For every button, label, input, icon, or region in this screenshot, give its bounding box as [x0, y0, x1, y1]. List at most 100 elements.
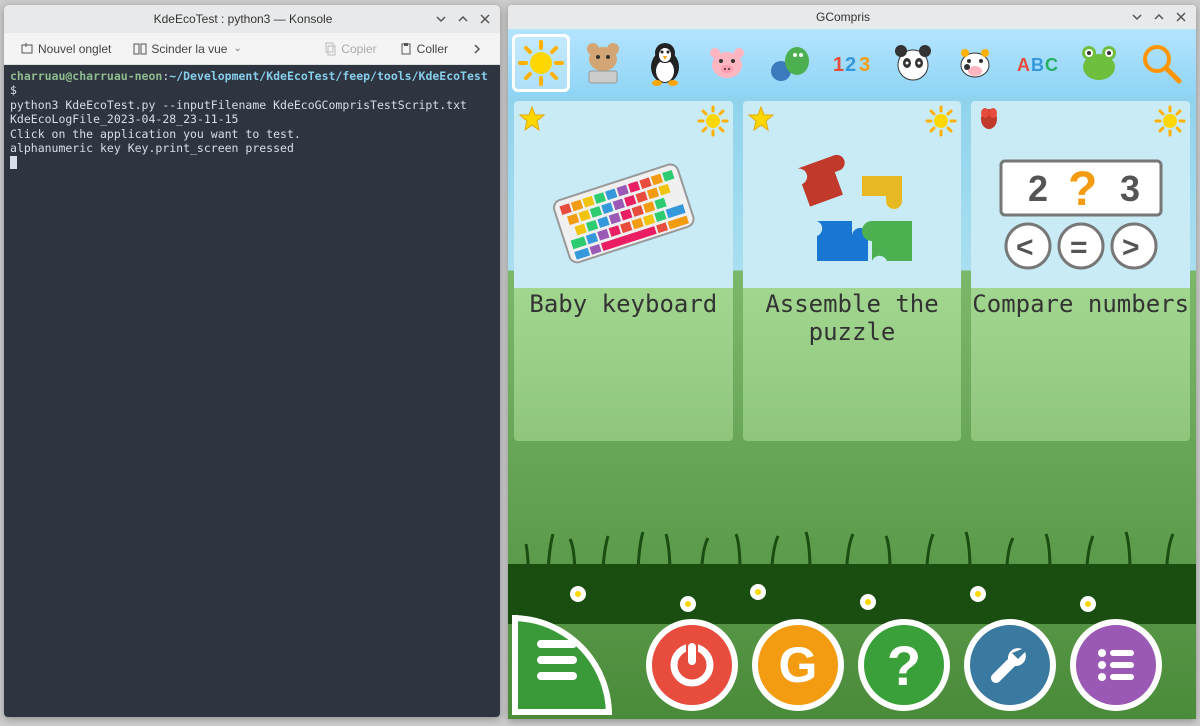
settings-button[interactable] — [964, 619, 1056, 711]
activity-label: Assemble the puzzle — [743, 291, 962, 346]
new-tab-label: Nouvel onglet — [38, 42, 111, 56]
prompt-path: ~/Development/KdeEcoTest/feep/tools/KdeE… — [169, 69, 488, 83]
terminal-line4: alphanumeric key Key.print_screen presse… — [10, 141, 294, 155]
svg-text:A: A — [1017, 55, 1030, 75]
paste-label: Coller — [417, 42, 448, 56]
svg-text:<: < — [1016, 231, 1034, 264]
category-science[interactable] — [946, 34, 1004, 92]
terminal-line3: Click on the application you want to tes… — [10, 127, 301, 141]
split-icon — [133, 42, 147, 56]
puzzle-icon — [767, 141, 937, 281]
window-controls — [434, 12, 492, 26]
new-tab-button[interactable]: Nouvel onglet — [12, 38, 119, 60]
category-bar: 123 ABC — [508, 29, 1196, 97]
123-icon: 123 — [827, 39, 875, 87]
activities-row: Baby keyboard Assemb — [514, 101, 1190, 441]
gc-close-icon[interactable] — [1174, 10, 1188, 24]
svg-text:B: B — [1031, 55, 1044, 75]
close-icon[interactable] — [478, 12, 492, 26]
category-fun[interactable] — [1070, 34, 1128, 92]
prompt-dollar: $ — [10, 83, 17, 97]
gcompris-titlebar: GCompris — [508, 5, 1196, 29]
gcompris-body: 123 ABC — [508, 29, 1196, 719]
split-view-button[interactable]: Scinder la vue ⌄ — [125, 38, 249, 60]
activity-label: Baby keyboard — [529, 291, 717, 319]
menu-button[interactable] — [512, 615, 612, 715]
chevron-down-icon: ⌄ — [233, 43, 241, 54]
cow-icon — [951, 39, 999, 87]
copy-label: Copier — [341, 42, 376, 56]
keyboard-icon — [538, 141, 708, 281]
svg-text:2: 2 — [845, 54, 856, 76]
svg-text:3: 3 — [1120, 168, 1140, 209]
new-tab-icon — [20, 42, 34, 56]
sun-icon — [1154, 105, 1186, 137]
activity-compare-numbers[interactable]: 2 ? 3 < = > Compare numbers — [971, 101, 1190, 441]
panda-icon — [889, 39, 937, 87]
gc-maximize-icon[interactable] — [1152, 10, 1166, 24]
svg-text:2: 2 — [1028, 168, 1048, 209]
svg-text:1: 1 — [833, 54, 844, 76]
konsole-window: KdeEcoTest : python3 — Konsole Nouvel on… — [4, 5, 500, 717]
star-icon — [747, 105, 775, 133]
paste-button[interactable]: Coller — [391, 38, 456, 60]
terminal-cmd: python3 KdeEcoTest.py --inputFilename Kd… — [10, 98, 467, 112]
grass-decoration — [508, 504, 1196, 624]
quit-button[interactable] — [646, 619, 738, 711]
about-button[interactable]: G — [752, 619, 844, 711]
paste-icon — [399, 42, 413, 56]
mouse-cat-icon — [579, 39, 627, 87]
category-puzzle[interactable] — [884, 34, 942, 92]
terminal-cursor — [10, 156, 17, 169]
category-penguin[interactable] — [636, 34, 694, 92]
category-pig[interactable] — [698, 34, 756, 92]
svg-text:=: = — [1070, 231, 1088, 264]
category-strategy[interactable] — [760, 34, 818, 92]
copy-button[interactable]: Copier — [315, 38, 384, 60]
frog-icon — [1075, 39, 1123, 87]
svg-text:C: C — [1045, 55, 1058, 75]
sun-icon — [697, 105, 729, 137]
search-icon — [1137, 39, 1185, 87]
category-computer[interactable] — [574, 34, 632, 92]
bug-icon — [975, 105, 1003, 133]
gcompris-title: GCompris — [556, 10, 1130, 24]
copy-icon — [323, 42, 337, 56]
svg-text:?: ? — [1068, 163, 1097, 216]
terminal-line2: KdeEcoLogFile_2023-04-28_23-11-15 — [10, 112, 238, 126]
category-numbers[interactable]: 123 — [822, 34, 880, 92]
hamburger-icon — [537, 640, 577, 680]
konsole-toolbar: Nouvel onglet Scinder la vue ⌄ Copier Co… — [4, 33, 500, 65]
activity-baby-keyboard[interactable]: Baby keyboard — [514, 101, 733, 441]
g-icon: G — [779, 636, 818, 694]
pig-icon — [703, 39, 751, 87]
sun-icon — [517, 39, 565, 87]
category-search[interactable] — [1132, 34, 1190, 92]
dragon-icon — [765, 39, 813, 87]
star-icon — [518, 105, 546, 133]
gcompris-window: GCompris 123 — [508, 5, 1196, 719]
split-label: Scinder la vue — [151, 42, 227, 56]
minimize-icon[interactable] — [434, 12, 448, 26]
category-sun[interactable] — [512, 34, 570, 92]
activity-label: Compare numbers — [972, 291, 1189, 319]
maximize-icon[interactable] — [456, 12, 470, 26]
category-reading[interactable]: ABC — [1008, 34, 1066, 92]
bottom-controls: G ? — [512, 615, 1192, 715]
list-icon — [1092, 641, 1140, 689]
list-button[interactable] — [1070, 619, 1162, 711]
gc-minimize-icon[interactable] — [1130, 10, 1144, 24]
help-button[interactable]: ? — [858, 619, 950, 711]
activity-assemble-puzzle[interactable]: Assemble the puzzle — [743, 101, 962, 441]
power-icon — [666, 639, 718, 691]
sun-icon — [925, 105, 957, 137]
terminal-output[interactable]: charruau@charruau-neon:~/Development/Kde… — [4, 65, 500, 717]
wrench-icon — [984, 639, 1036, 691]
question-icon: ? — [887, 633, 921, 698]
svg-text:>: > — [1122, 231, 1140, 264]
svg-text:3: 3 — [859, 54, 870, 76]
overflow-button[interactable] — [462, 38, 492, 60]
prompt-user: charruau@charruau-neon — [10, 69, 162, 83]
abc-icon: ABC — [1013, 39, 1061, 87]
gc-window-controls — [1130, 10, 1188, 24]
